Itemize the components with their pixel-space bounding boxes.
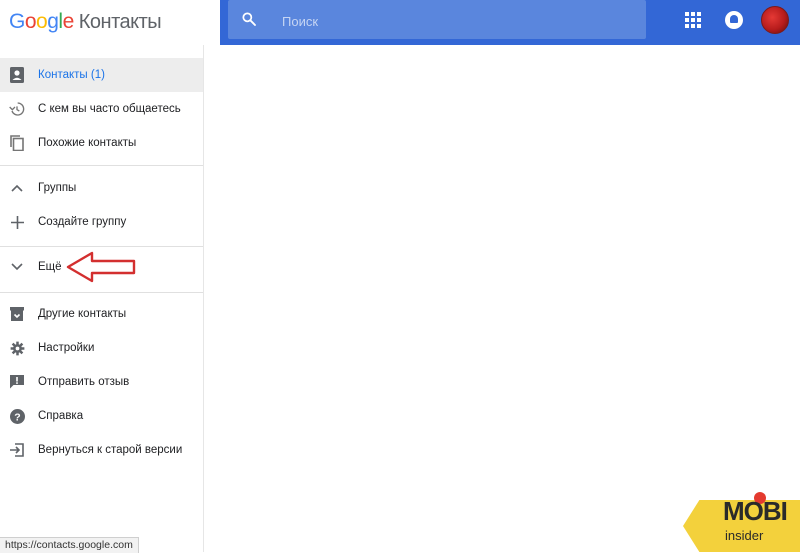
sidebar-item-frequent[interactable]: С кем вы часто общаетесь — [0, 92, 203, 126]
avatar[interactable] — [761, 6, 789, 34]
annotation-arrow — [66, 251, 136, 283]
chevron-up-icon — [9, 180, 25, 196]
sidebar-item-create-group[interactable]: Создайте группу — [0, 205, 203, 239]
help-icon: ? — [9, 408, 25, 424]
sidebar-item-feedback[interactable]: Отправить отзыв — [0, 365, 203, 399]
google-logo[interactable]: Google Контакты — [9, 10, 162, 34]
sidebar-item-settings[interactable]: Настройки — [0, 331, 203, 365]
sidebar-item-label: Контакты (1) — [38, 69, 105, 81]
sidebar-item-label: Другие контакты — [38, 308, 127, 320]
divider — [0, 165, 203, 166]
sidebar-item-other-contacts[interactable]: Другие контакты — [0, 297, 203, 331]
sidebar-item-groups[interactable]: Группы — [0, 171, 203, 205]
status-url: https://contacts.google.com — [0, 537, 139, 553]
sidebar-item-label: Настройки — [38, 342, 95, 354]
chevron-down-icon — [9, 259, 25, 275]
apps-grid-icon[interactable] — [685, 12, 701, 28]
sidebar-item-contacts[interactable]: Контакты (1) — [0, 58, 203, 92]
contact-card-icon — [9, 67, 25, 83]
sidebar-item-label: Похожие контакты — [38, 137, 137, 149]
app-title: Контакты — [78, 11, 162, 33]
gear-icon — [9, 340, 25, 356]
sidebar-item-similar[interactable]: Похожие контакты — [0, 126, 203, 160]
search-input[interactable] — [280, 10, 624, 32]
notifications-icon[interactable] — [725, 11, 743, 29]
sidebar-item-label: Отправить отзыв — [38, 376, 130, 388]
watermark-line2: insider — [725, 528, 764, 543]
watermark-line1: MOBI — [723, 496, 788, 526]
feedback-icon — [9, 374, 25, 390]
exit-icon — [9, 442, 25, 458]
sidebar-item-label: Справка — [38, 410, 84, 422]
sidebar-item-label: Группы — [38, 182, 77, 194]
watermark-logo: MOBI insider — [683, 492, 800, 552]
sidebar-item-label: Ещё — [38, 261, 62, 273]
sidebar: Контакты (1) С кем вы часто общаетесь По… — [0, 45, 204, 552]
archive-icon — [9, 306, 25, 322]
copy-icon — [9, 135, 25, 151]
divider — [0, 292, 203, 293]
top-bar — [220, 0, 800, 45]
search-icon[interactable] — [241, 11, 257, 27]
history-icon — [9, 101, 25, 117]
search-box[interactable] — [228, 0, 646, 39]
plus-icon — [9, 214, 25, 230]
divider — [0, 246, 203, 247]
sidebar-item-help[interactable]: ? Справка — [0, 399, 203, 433]
sidebar-item-label: Создайте группу — [38, 216, 127, 228]
app-header: Google Контакты — [0, 0, 220, 45]
logo-brand: Google — [9, 10, 74, 33]
sidebar-item-label: С кем вы часто общаетесь — [38, 103, 181, 115]
svg-text:?: ? — [14, 411, 20, 423]
sidebar-item-label: Вернуться к старой версии — [38, 444, 183, 456]
sidebar-item-old-version[interactable]: Вернуться к старой версии — [0, 433, 203, 467]
